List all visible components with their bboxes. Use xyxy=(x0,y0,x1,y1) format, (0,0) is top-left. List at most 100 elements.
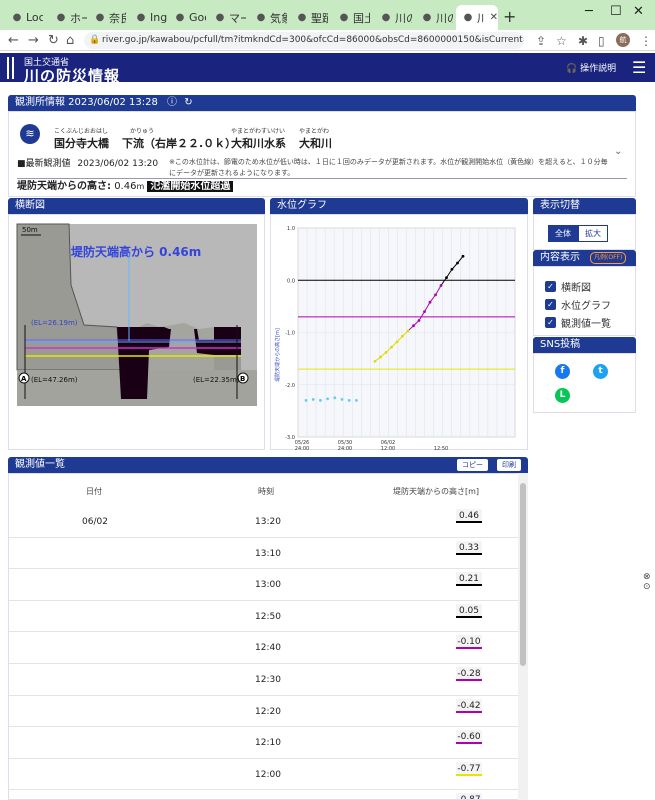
observation-list-title: 観測値一覧 xyxy=(15,459,65,470)
data-point xyxy=(390,345,393,349)
twitter-icon[interactable]: t xyxy=(593,364,608,379)
data-point xyxy=(461,254,465,258)
toggle-water-graph[interactable]: ✓ 水位グラフ xyxy=(545,297,611,312)
close-tab-icon[interactable]: ✕ xyxy=(490,12,498,23)
share-icon[interactable]: ⇪ xyxy=(536,31,546,51)
browser-tab[interactable]: ● マー xyxy=(208,5,246,30)
browser-tab[interactable]: ● 聖蹟 xyxy=(290,5,328,30)
data-point-daily xyxy=(340,397,344,401)
headset-icon: 🎧 xyxy=(566,64,581,74)
google-icon: ● xyxy=(297,11,307,23)
checkbox-checked-icon[interactable]: ✓ xyxy=(545,299,556,310)
sidebar-icon[interactable]: ▯ xyxy=(598,31,605,51)
column-header-height: 堤防天端からの高さ[m] xyxy=(393,487,480,496)
edge-close-icon[interactable]: ⊗ ⊙ xyxy=(643,572,651,592)
browser-menu-icon[interactable]: ⋮ xyxy=(640,31,652,51)
browser-tab[interactable]: ● 国土 xyxy=(332,5,370,30)
reload-icon[interactable]: ↻ xyxy=(48,30,59,51)
row-height-value: -0.60 xyxy=(456,730,482,745)
y-tick-label: -2.0 xyxy=(285,383,295,389)
facebook-icon[interactable]: f xyxy=(555,364,570,379)
browser-tab[interactable]: ● 川の xyxy=(374,5,412,30)
row-time: 13:10 xyxy=(255,548,281,559)
station-name-block: こくぶんじおおはし 国分寺大橋 xyxy=(54,126,109,151)
close-window-icon[interactable]: ✕ xyxy=(633,4,644,19)
globe-icon: ● xyxy=(12,11,22,23)
table-row: 12:50 0.05 xyxy=(9,601,519,633)
circle-icon: ● xyxy=(136,11,146,23)
browser-tab[interactable]: ● Ingr xyxy=(129,5,167,30)
sns-header: SNS投稿 xyxy=(533,337,636,353)
line-icon[interactable]: L xyxy=(555,388,570,403)
table-scrollbar-thumb[interactable] xyxy=(520,483,526,666)
print-button[interactable]: 印刷 xyxy=(497,459,521,471)
table-row: 12:10 -0.60 xyxy=(9,727,519,759)
help-circle-icon[interactable]: ⓘ xyxy=(167,97,177,108)
copy-button[interactable]: コピー xyxy=(457,459,488,471)
power-saving-note: ※この水位計は、節電のため水位が低い時は、１日に１回のみデータが更新されます。水… xyxy=(169,158,608,177)
column-header-time: 時刻 xyxy=(258,487,274,496)
toggle-observation-list[interactable]: ✓ 観測値一覧 xyxy=(545,315,611,330)
river-name-ruby: やまとがわ xyxy=(299,128,330,135)
browser-tab[interactable]: ● 川 ✕ xyxy=(456,5,498,30)
river-name-block: やまとがわ 大和川 xyxy=(299,126,332,151)
globe-icon: ● xyxy=(339,11,349,23)
toggle-cross-section[interactable]: ✓ 横断図 xyxy=(545,279,591,294)
extensions-icon[interactable]: ✱ xyxy=(578,31,588,51)
data-point xyxy=(423,310,426,313)
table-row: 12:20 -0.42 xyxy=(9,696,519,728)
station-name-ruby: こくぶんじおおはし xyxy=(54,128,109,135)
view-zoom-button[interactable]: 拡大 xyxy=(578,225,608,242)
table-row: 12:00 -0.77 xyxy=(9,759,519,791)
address-bar-row: ← → ↻ ⌂ 🔒 river.go.jp/kawabou/pcfull/tm?… xyxy=(0,30,655,51)
toggle-label: 観測値一覧 xyxy=(561,319,611,330)
back-icon[interactable]: ← xyxy=(8,30,19,51)
home-icon[interactable]: ⌂ xyxy=(66,30,74,51)
maximize-icon[interactable]: ☐ xyxy=(610,4,622,19)
browser-tab[interactable]: ● 気象 xyxy=(249,5,287,30)
x-tick-time: 12:00 xyxy=(381,446,395,451)
hamburger-menu-icon[interactable]: ☰ xyxy=(632,58,646,77)
tab-label: Goo xyxy=(189,11,206,24)
height-label: 堤防天端からの高さ: xyxy=(17,181,111,192)
station-info-header: 観測所情報 2023/06/02 13:28 ⓘ ↻ xyxy=(8,95,636,111)
y-tick-label: 1.0 xyxy=(287,226,295,232)
toggle-label: 水位グラフ xyxy=(561,301,611,312)
browser-tab[interactable]: ● Loc xyxy=(5,5,43,30)
row-height-value: -0.42 xyxy=(456,698,482,713)
forward-icon[interactable]: → xyxy=(28,30,39,51)
station-flow-ruby: かりゅう xyxy=(130,128,155,135)
checkbox-checked-icon[interactable]: ✓ xyxy=(545,281,556,292)
browser-tab[interactable]: ● Goo xyxy=(168,5,206,30)
station-flow-block: かりゅう 下流（右岸２２.０ｋ） xyxy=(122,126,236,151)
browser-tab[interactable]: ● 奈良 xyxy=(88,5,126,30)
help-button[interactable]: 🎧 操作説明 xyxy=(566,61,616,74)
minimize-icon[interactable]: ─ xyxy=(585,4,593,19)
url-field[interactable]: 🔒 river.go.jp/kawabou/pcfull/tm?itmkndCd… xyxy=(84,32,524,49)
refresh-icon[interactable]: ↻ xyxy=(184,97,192,108)
cross-section-panel: 50m 堤防天端高から 0.46m (EL=26.19m) A (EL=47.2… xyxy=(8,214,265,450)
new-tab-button[interactable]: + xyxy=(503,7,516,26)
checkbox-checked-icon[interactable]: ✓ xyxy=(545,317,556,328)
x-tick-time: 24:00 xyxy=(338,446,352,451)
table-row: 06/02 13:20 0.46 xyxy=(9,506,519,538)
levee-height-row: 堤防天端からの高さ: 0.46m 氾濫開始水位超過 xyxy=(17,178,627,193)
site-title[interactable]: 川の防災情報 xyxy=(24,65,120,86)
data-point xyxy=(384,350,388,354)
cross-section-header: 横断図 xyxy=(8,198,265,214)
browser-tab[interactable]: ● ホー xyxy=(49,5,87,30)
browser-tab[interactable]: ● 川の xyxy=(415,5,453,30)
view-all-button[interactable]: 全体 xyxy=(548,225,578,242)
legend-toggle-button[interactable]: 凡例(OFF) xyxy=(590,252,627,264)
data-point xyxy=(395,340,399,344)
help-label: 操作説明 xyxy=(580,64,617,74)
bookmark-star-icon[interactable]: ☆ xyxy=(556,31,567,51)
row-height-value: -0.87 xyxy=(456,793,482,799)
observation-table: 日付 時刻 堤防天端からの高さ[m] 06/02 13:20 0.46 13:10 0.… xyxy=(8,473,528,800)
observation-list-header: 観測値一覧 コピー 印刷 xyxy=(8,457,528,473)
row-height-value: 0.46 xyxy=(456,509,482,523)
tab-label: 川の xyxy=(436,11,453,25)
expand-chevron-icon[interactable]: ⌄ xyxy=(614,146,622,157)
profile-avatar[interactable]: 航 xyxy=(616,33,630,47)
station-name: 国分寺大橋 xyxy=(54,137,109,150)
